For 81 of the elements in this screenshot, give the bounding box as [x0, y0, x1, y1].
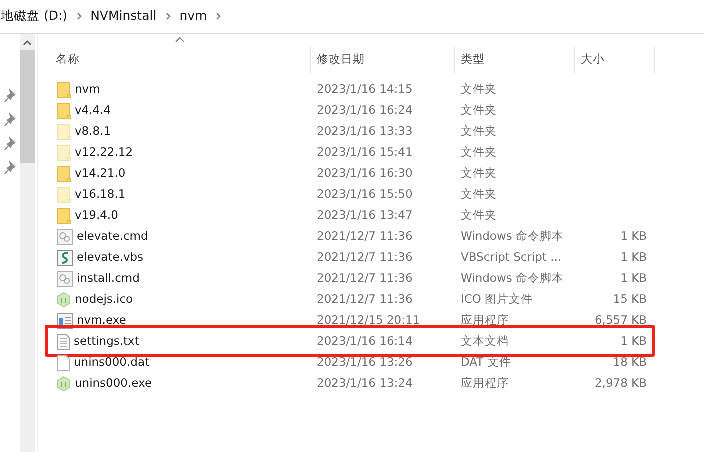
breadcrumb-item[interactable]: NVMinstall — [90, 7, 157, 26]
file-type: 文本文档 — [460, 332, 510, 350]
file-size: 15 KB — [612, 290, 648, 308]
folder-icon — [57, 166, 71, 182]
scrollbar[interactable] — [20, 34, 35, 452]
file-type: 应用程序 — [460, 312, 510, 329]
file-type: ICO 图片文件 — [460, 290, 534, 308]
file-size: 1 KB — [620, 332, 648, 350]
pin-icon — [4, 113, 16, 127]
file-name[interactable]: nvm — [75, 80, 100, 98]
file-name[interactable]: v12.22.12 — [75, 144, 134, 162]
blank-file-icon — [57, 354, 70, 370]
modified-date: 2021/12/7 11:36 — [316, 248, 414, 266]
file-type: 文件夹 — [460, 144, 498, 161]
breadcrumb-item[interactable]: nvm — [180, 7, 208, 26]
file-type: 文件夹 — [460, 80, 498, 98]
modified-date: 2023/1/16 13:33 — [316, 122, 414, 140]
hexagon-icon — [57, 292, 71, 308]
pin-icon — [4, 161, 16, 175]
scroll-thumb[interactable] — [20, 50, 35, 163]
file-size: 1 KB — [620, 270, 648, 287]
breadcrumb-item[interactable]: 地磁盘 (D:) — [1, 7, 68, 26]
modified-date: 2023/1/16 16:30 — [316, 164, 414, 182]
file-type: 文件夹 — [460, 102, 498, 119]
modified-date: 2021/12/7 11:36 — [316, 270, 414, 287]
file-name[interactable]: v16.18.1 — [75, 186, 126, 204]
file-type: 文件夹 — [460, 206, 498, 224]
hexagon-icon — [57, 376, 71, 392]
file-name[interactable]: nvm.exe — [77, 312, 126, 330]
file-name[interactable]: v4.4.4 — [75, 102, 112, 120]
modified-date: 2023/1/16 16:14 — [316, 332, 414, 350]
file-size: 1 KB — [620, 228, 648, 245]
folder-icon — [57, 208, 71, 224]
file-type: VBScript Script ... — [460, 248, 563, 266]
gear-file-icon — [57, 270, 73, 286]
file-name[interactable]: elevate.vbs — [77, 248, 144, 266]
file-size: 1 KB — [620, 248, 648, 266]
file-size: 6,557 KB — [594, 312, 648, 329]
folder-icon — [57, 82, 71, 98]
pin-icon — [4, 89, 16, 103]
chevron-icon — [76, 12, 83, 21]
file-type: Windows 命令脚本 — [460, 228, 565, 245]
modified-date: 2023/1/16 15:41 — [316, 144, 414, 161]
modified-date: 2023/1/16 13:47 — [316, 206, 414, 224]
file-name[interactable]: unins000.exe — [75, 374, 152, 392]
file-type: 应用程序 — [460, 374, 510, 392]
file-type: 文件夹 — [460, 186, 498, 203]
file-name[interactable]: install.cmd — [77, 270, 140, 288]
column-header[interactable]: 大小 — [575, 46, 655, 74]
modified-date: 2023/1/16 15:50 — [316, 186, 414, 203]
pin-icon — [4, 137, 16, 151]
column-header[interactable]: 修改日期 — [311, 46, 455, 74]
file-size: 2,978 KB — [594, 374, 648, 392]
folder-icon — [57, 102, 71, 118]
chevron-icon — [215, 12, 222, 21]
file-type: 文件夹 — [460, 122, 498, 140]
file-size: 18 KB — [612, 354, 648, 371]
file-name[interactable]: nodejs.ico — [75, 290, 134, 308]
file-name[interactable]: v14.21.0 — [75, 164, 126, 182]
file-name[interactable]: settings.txt — [74, 332, 140, 350]
scroll-up-icon[interactable] — [23, 40, 32, 46]
gear-file-icon — [57, 228, 73, 244]
chevron-icon — [164, 12, 172, 21]
modified-date: 2023/1/16 14:15 — [316, 80, 414, 98]
column-header[interactable]: 类型 — [455, 46, 575, 74]
file-name[interactable]: v8.8.1 — [75, 122, 112, 140]
modified-date: 2023/1/16 13:26 — [316, 354, 414, 371]
text-file-icon — [57, 334, 70, 350]
modified-date: 2021/12/7 11:36 — [316, 290, 414, 308]
script-file-icon — [57, 250, 73, 266]
file-type: Windows 命令脚本 — [460, 270, 565, 287]
modified-date: 2021/12/7 11:36 — [316, 228, 414, 245]
modified-date: 2021/12/15 20:11 — [316, 312, 422, 329]
file-name[interactable]: elevate.cmd — [77, 228, 148, 246]
modified-date: 2023/1/16 13:24 — [316, 374, 414, 392]
modified-date: 2023/1/16 16:24 — [316, 102, 414, 119]
file-type: DAT 文件 — [460, 354, 512, 371]
column-header[interactable]: 名称 — [50, 46, 311, 74]
file-type: 文件夹 — [460, 164, 498, 182]
file-name[interactable]: unins000.dat — [74, 354, 150, 372]
file-name[interactable]: v19.4.0 — [75, 206, 118, 224]
